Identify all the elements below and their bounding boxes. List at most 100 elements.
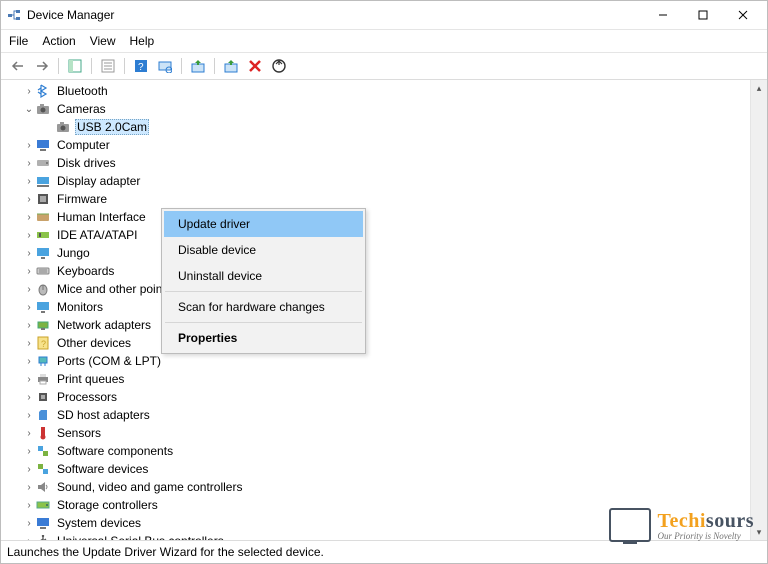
menu-uninstall-device[interactable]: Uninstall device bbox=[164, 263, 363, 289]
vertical-scrollbar[interactable]: ▴ ▾ bbox=[750, 80, 767, 540]
expand-icon[interactable]: › bbox=[23, 266, 35, 277]
brand-part2: sours bbox=[706, 510, 754, 532]
close-button[interactable] bbox=[723, 3, 763, 27]
tree-node-ide[interactable]: › IDE ATA/ATAPI bbox=[3, 226, 767, 244]
maximize-button[interactable] bbox=[683, 3, 723, 27]
expand-icon[interactable]: › bbox=[23, 410, 35, 421]
tree-node-sound[interactable]: › Sound, video and game controllers bbox=[3, 478, 767, 496]
menu-help[interactable]: Help bbox=[130, 34, 155, 48]
tree-node-jungo[interactable]: › Jungo bbox=[3, 244, 767, 262]
expand-icon[interactable]: › bbox=[23, 392, 35, 403]
expand-icon[interactable]: › bbox=[23, 158, 35, 169]
tree-node-display-adapters[interactable]: › Display adapter bbox=[3, 172, 767, 190]
tree-node-sw-devices[interactable]: › Software devices bbox=[3, 460, 767, 478]
menu-update-driver[interactable]: Update driver bbox=[164, 211, 363, 237]
tree-node-processors[interactable]: › Processors bbox=[3, 388, 767, 406]
show-hide-tree-button[interactable] bbox=[64, 56, 86, 76]
disable-device-button[interactable] bbox=[220, 56, 242, 76]
expand-icon[interactable]: › bbox=[23, 338, 35, 349]
camera-icon bbox=[35, 101, 51, 117]
network-icon bbox=[35, 317, 51, 333]
expand-icon[interactable]: › bbox=[23, 356, 35, 367]
expand-icon[interactable]: › bbox=[23, 140, 35, 151]
expand-icon[interactable]: › bbox=[23, 320, 35, 331]
tree-node-mice[interactable]: › Mice and other pointing devices bbox=[3, 280, 767, 298]
help-button[interactable]: ? bbox=[130, 56, 152, 76]
tree-label: Print queues bbox=[55, 372, 126, 386]
expand-icon[interactable]: › bbox=[23, 248, 35, 259]
expand-icon[interactable]: › bbox=[23, 374, 35, 385]
menu-separator bbox=[165, 291, 362, 292]
tree-label: Firmware bbox=[55, 192, 109, 206]
expand-icon[interactable]: › bbox=[23, 446, 35, 457]
ports-icon bbox=[35, 353, 51, 369]
minimize-button[interactable] bbox=[643, 3, 683, 27]
expand-icon[interactable]: › bbox=[23, 464, 35, 475]
processor-icon bbox=[35, 389, 51, 405]
forward-button[interactable] bbox=[31, 56, 53, 76]
tree-node-ports[interactable]: › Ports (COM & LPT) bbox=[3, 352, 767, 370]
tree-label: Human Interface bbox=[55, 210, 148, 224]
expand-icon[interactable]: › bbox=[23, 428, 35, 439]
update-driver-button[interactable] bbox=[187, 56, 209, 76]
monitor-icon bbox=[35, 245, 51, 261]
expand-icon[interactable]: › bbox=[23, 176, 35, 187]
tree-node-other[interactable]: › ? Other devices bbox=[3, 334, 767, 352]
tree-label: System devices bbox=[55, 516, 143, 530]
menu-view[interactable]: View bbox=[90, 34, 116, 48]
tree-label: Other devices bbox=[55, 336, 133, 350]
tree-node-firmware[interactable]: › Firmware bbox=[3, 190, 767, 208]
menu-file[interactable]: File bbox=[9, 34, 28, 48]
menu-scan-hardware[interactable]: Scan for hardware changes bbox=[164, 294, 363, 320]
expand-icon[interactable]: › bbox=[23, 212, 35, 223]
expand-icon[interactable]: › bbox=[23, 230, 35, 241]
tree-node-sw-components[interactable]: › Software components bbox=[3, 442, 767, 460]
tree-node-disk-drives[interactable]: › Disk drives bbox=[3, 154, 767, 172]
menu-action[interactable]: Action bbox=[42, 34, 75, 48]
tree-label: USB 2.0Cam bbox=[75, 119, 149, 135]
expand-icon[interactable]: › bbox=[23, 518, 35, 529]
scroll-up-button[interactable]: ▴ bbox=[751, 80, 767, 96]
tree-node-bluetooth[interactable]: › Bluetooth bbox=[3, 82, 767, 100]
expand-icon[interactable]: › bbox=[23, 284, 35, 295]
tree-label: Disk drives bbox=[55, 156, 118, 170]
camera-icon bbox=[55, 119, 71, 135]
menu-disable-device[interactable]: Disable device bbox=[164, 237, 363, 263]
storage-icon bbox=[35, 497, 51, 513]
tree-node-usb-camera[interactable]: › USB 2.0Cam bbox=[3, 118, 767, 136]
device-tree[interactable]: › Bluetooth ⌄ Cameras › USB 2.0Cam › Com… bbox=[1, 80, 767, 541]
expand-icon[interactable]: › bbox=[23, 86, 35, 97]
computer-icon bbox=[35, 137, 51, 153]
tree-node-sd-host[interactable]: › SD host adapters bbox=[3, 406, 767, 424]
tree-label: Computer bbox=[55, 138, 112, 152]
expand-icon[interactable]: › bbox=[23, 536, 35, 542]
expand-icon[interactable]: › bbox=[23, 194, 35, 205]
scan-hardware-button[interactable] bbox=[154, 56, 176, 76]
tree-label: Processors bbox=[55, 390, 119, 404]
tree-node-computer[interactable]: › Computer bbox=[3, 136, 767, 154]
window-controls bbox=[643, 3, 763, 27]
keyboard-icon bbox=[35, 263, 51, 279]
menu-properties[interactable]: Properties bbox=[164, 325, 363, 351]
sw-component-icon bbox=[35, 443, 51, 459]
toolbar-separator bbox=[181, 58, 182, 74]
properties-button[interactable] bbox=[97, 56, 119, 76]
tree-node-monitors[interactable]: › Monitors bbox=[3, 298, 767, 316]
tree-node-sensors[interactable]: › Sensors bbox=[3, 424, 767, 442]
tree-node-cameras[interactable]: ⌄ Cameras bbox=[3, 100, 767, 118]
tree-label: Keyboards bbox=[55, 264, 116, 278]
uninstall-device-button[interactable] bbox=[244, 56, 266, 76]
tree-node-network[interactable]: › Network adapters bbox=[3, 316, 767, 334]
tree-node-keyboards[interactable]: › Keyboards bbox=[3, 262, 767, 280]
tree-node-print-queues[interactable]: › Print queues bbox=[3, 370, 767, 388]
enable-device-button[interactable] bbox=[268, 56, 290, 76]
expand-icon[interactable]: › bbox=[23, 500, 35, 511]
title-bar: Device Manager bbox=[1, 1, 767, 30]
back-button[interactable] bbox=[7, 56, 29, 76]
expand-icon[interactable]: › bbox=[23, 302, 35, 313]
tree-label: Bluetooth bbox=[55, 84, 110, 98]
tree-node-human-interface[interactable]: › Human Interface bbox=[3, 208, 767, 226]
tree-label: Software devices bbox=[55, 462, 150, 476]
expand-icon[interactable]: › bbox=[23, 482, 35, 493]
collapse-icon[interactable]: ⌄ bbox=[23, 104, 35, 115]
